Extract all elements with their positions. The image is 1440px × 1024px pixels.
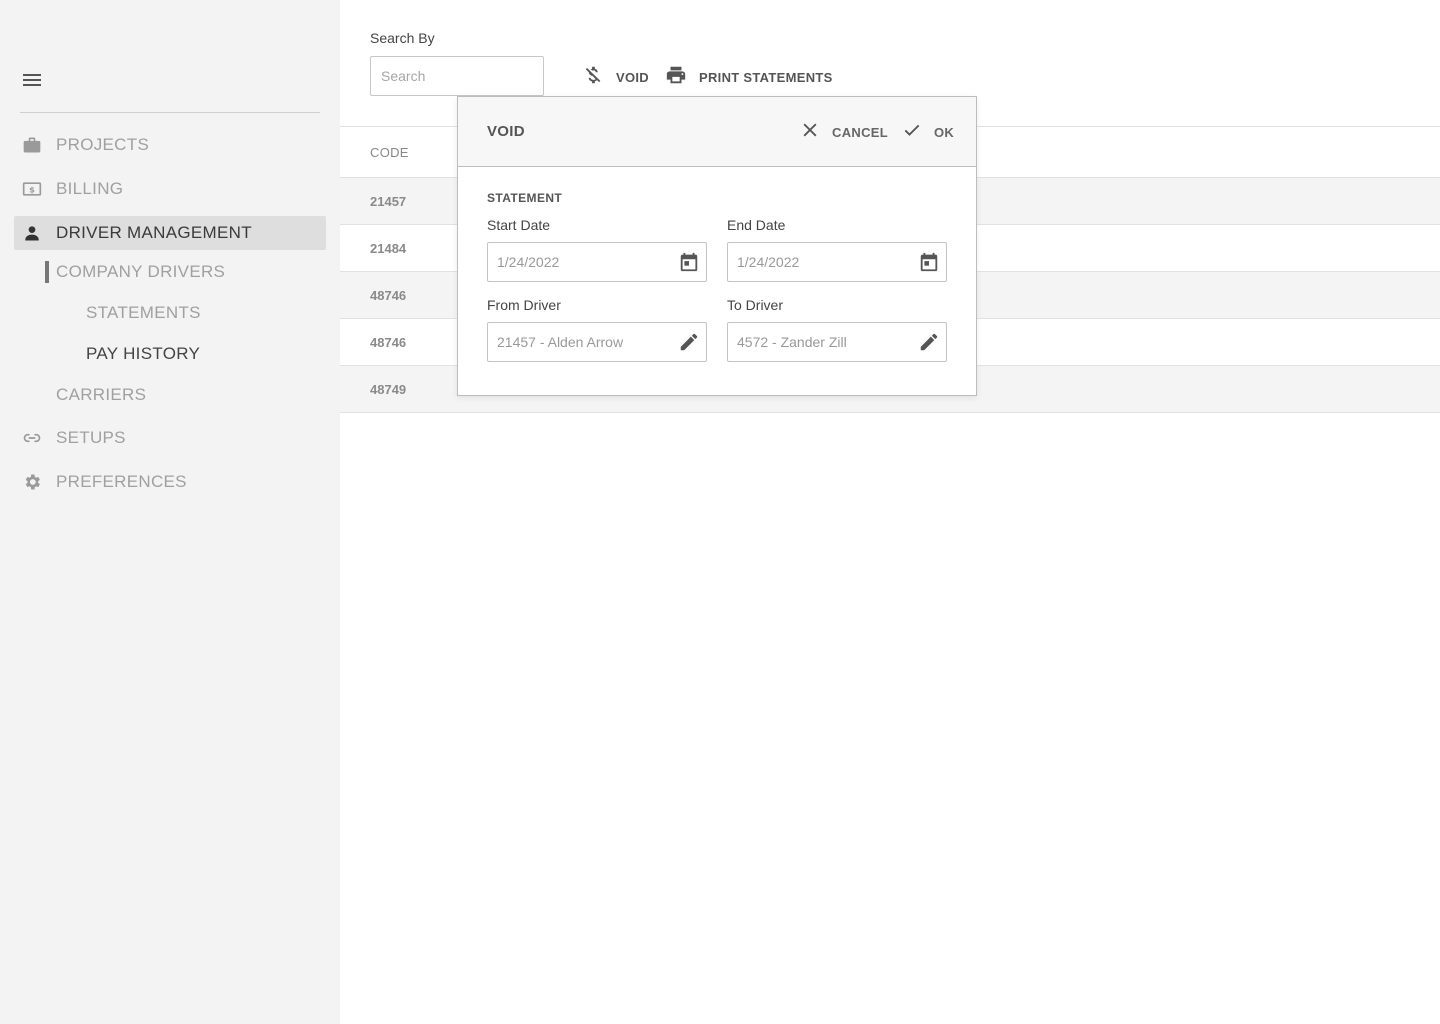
hamburger-menu-icon[interactable] (20, 68, 44, 92)
ok-button[interactable]: OK (902, 121, 954, 143)
gear-icon (22, 472, 42, 492)
sidebar-item-billing[interactable]: $ BILLING (14, 172, 326, 206)
sidebar-item-label: BILLING (56, 179, 124, 198)
to-driver-field (727, 322, 947, 362)
section-label-statement: STATEMENT (487, 191, 563, 205)
end-date-label: End Date (727, 217, 786, 233)
sidebar-item-label: PREFERENCES (56, 472, 187, 491)
dialog-header: VOID CANCEL OK (458, 97, 976, 167)
sidebar-item-setups[interactable]: SETUPS (14, 421, 326, 455)
calendar-icon[interactable] (918, 251, 940, 273)
calendar-icon[interactable] (678, 251, 700, 273)
cancel-button-label: CANCEL (832, 124, 888, 140)
start-date-field (487, 242, 707, 282)
to-driver-label: To Driver (727, 297, 784, 313)
dialog-title: VOID (487, 123, 525, 140)
link-icon (22, 428, 42, 448)
ok-button-label: OK (934, 124, 955, 140)
end-date-field (727, 242, 947, 282)
sidebar-item-label: SETUPS (56, 428, 126, 447)
app-root: PROJECTS $ BILLING DRIVER MANAGEMENT COM… (0, 0, 1440, 1024)
cell-code: 48746 (370, 288, 407, 303)
end-date-input[interactable] (728, 243, 908, 281)
search-label: Search By (370, 30, 435, 46)
print-statements-button[interactable]: PRINT STATEMENTS (665, 64, 833, 90)
active-indicator (45, 261, 49, 283)
cell-code: 21484 (370, 241, 407, 256)
void-button[interactable]: VOID (582, 64, 649, 90)
to-driver-input[interactable] (728, 323, 908, 361)
close-icon (800, 120, 820, 145)
check-icon (902, 120, 922, 145)
void-button-label: VOID (616, 69, 649, 85)
svg-text:$: $ (29, 184, 35, 194)
from-driver-field (487, 322, 707, 362)
printer-icon (665, 64, 687, 91)
print-statements-label: PRINT STATEMENTS (699, 69, 833, 85)
start-date-input[interactable] (488, 243, 668, 281)
cancel-button[interactable]: CANCEL (800, 121, 888, 143)
sidebar-item-company-drivers[interactable]: COMPANY DRIVERS (56, 257, 225, 287)
start-date-label: Start Date (487, 217, 551, 233)
person-icon (22, 223, 42, 243)
sidebar-item-pay-history[interactable]: PAY HISTORY (86, 339, 200, 369)
pencil-icon[interactable] (918, 331, 940, 353)
sidebar-item-driver-management[interactable]: DRIVER MANAGEMENT (14, 216, 326, 250)
sidebar-item-label: DRIVER MANAGEMENT (56, 223, 252, 242)
search-input[interactable] (370, 56, 544, 96)
briefcase-icon (22, 135, 42, 155)
sidebar-item-statements[interactable]: STATEMENTS (86, 298, 201, 328)
sidebar-item-label: PROJECTS (56, 135, 150, 154)
sidebar: PROJECTS $ BILLING DRIVER MANAGEMENT COM… (0, 0, 340, 1024)
cell-code: 21457 (370, 194, 407, 209)
cell-code: 48749 (370, 382, 407, 397)
cell-code: 48746 (370, 335, 407, 350)
void-dialog: VOID CANCEL OK STATEMENT Start Date 1/24… (457, 96, 977, 396)
column-header-code: CODE (370, 145, 409, 160)
billing-icon: $ (22, 179, 42, 199)
from-driver-label: From Driver (487, 297, 561, 313)
sidebar-item-projects[interactable]: PROJECTS (14, 128, 326, 162)
pencil-icon[interactable] (678, 331, 700, 353)
from-driver-input[interactable] (488, 323, 668, 361)
money-off-icon (582, 64, 604, 91)
sidebar-item-preferences[interactable]: PREFERENCES (14, 465, 326, 499)
sidebar-item-carriers[interactable]: CARRIERS (56, 380, 146, 410)
sidebar-divider (20, 112, 320, 113)
